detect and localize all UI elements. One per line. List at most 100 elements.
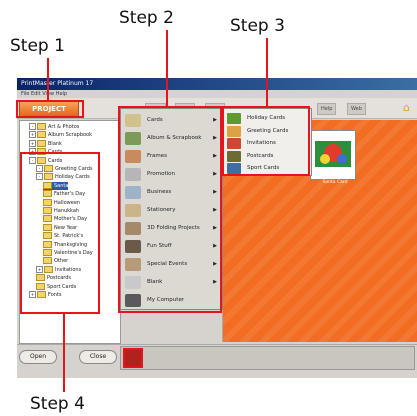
tree-item[interactable]: Halloween xyxy=(43,198,81,207)
tree-item-label: St. Patrick's xyxy=(54,233,84,240)
tree-item[interactable]: Thanksgiving xyxy=(43,240,88,249)
menu-item-label: Cards xyxy=(147,117,163,123)
folder-icon xyxy=(43,190,52,198)
menu-item[interactable]: Album & Scrapbook ▶ xyxy=(123,129,220,148)
computer-icon xyxy=(125,294,141,307)
menu-item-label: Special Events xyxy=(147,261,188,267)
submenu-arrow-icon: ▶ xyxy=(213,261,217,267)
step-3-highlight xyxy=(222,106,224,176)
menu-item-label: Blank xyxy=(147,279,163,285)
invitations-icon xyxy=(227,138,241,149)
step-1-highlight xyxy=(16,100,84,102)
title-bar: PrintMaster Platinum 17 xyxy=(17,78,417,90)
tree-item[interactable]: - Cards xyxy=(29,156,62,165)
tree-item[interactable]: + Blank xyxy=(29,139,62,148)
menu-item[interactable]: Stationery ▶ xyxy=(123,201,220,220)
menu-item[interactable]: Frames ▶ xyxy=(123,147,220,166)
tree-item[interactable]: St. Patrick's xyxy=(43,232,83,240)
folder-icon xyxy=(37,139,46,147)
tree-toggle-icon[interactable]: - xyxy=(29,156,36,164)
tray-thumbnail[interactable] xyxy=(123,348,143,368)
tree-item-label: Holiday Cards xyxy=(55,174,90,181)
step-1-highlight xyxy=(16,100,18,118)
tree-item[interactable]: + Fonts xyxy=(29,291,62,299)
toolbar-tab-help[interactable]: Help xyxy=(317,103,337,115)
tree-item[interactable]: Sport Cards xyxy=(36,282,77,291)
folder-icon xyxy=(37,131,46,139)
project-thumbnail[interactable] xyxy=(310,130,356,180)
tree-item[interactable]: + Invitations xyxy=(36,265,82,274)
tree-item-label: Art & Photos xyxy=(48,124,80,130)
menu-item-label: My Computer xyxy=(147,297,185,303)
menu-item[interactable]: 3D Folding Projects ▶ xyxy=(123,219,220,238)
step-2-highlight xyxy=(118,311,222,313)
step-2-leader xyxy=(166,30,168,106)
tree-item-label: New Year xyxy=(54,224,78,231)
project-button[interactable]: PROJECT xyxy=(19,101,79,117)
menu-item-label: Stationery xyxy=(147,207,176,213)
cards-icon xyxy=(125,114,141,127)
submenu-arrow-icon: ▶ xyxy=(213,279,217,285)
tree-item[interactable]: - Greeting Cards xyxy=(36,165,93,173)
folder-icon xyxy=(43,257,52,265)
tree-item[interactable]: Mother's Day xyxy=(43,215,87,223)
tree-item[interactable]: Postcards xyxy=(36,274,71,282)
menu-item[interactable]: Cards ▶ xyxy=(123,111,220,130)
tree-item-label: Sport Cards xyxy=(47,283,77,290)
menu-item[interactable]: Fun Stuff ▶ xyxy=(123,237,220,256)
tree-item-label: Album Scrapbook xyxy=(48,132,93,139)
tree-item-label: Thanksgiving xyxy=(54,241,88,248)
tree-toggle-icon[interactable]: - xyxy=(36,173,43,181)
tree-toggle-icon[interactable]: + xyxy=(29,291,36,298)
step-4-highlight xyxy=(20,312,100,314)
tree-item-label: Postcards xyxy=(47,275,72,282)
tree-item-label: Father's Day xyxy=(54,191,86,198)
menu-item-label: Frames xyxy=(147,153,168,159)
menu-item[interactable]: Special Events ▶ xyxy=(123,255,220,274)
open-button[interactable]: Open xyxy=(19,350,57,364)
menu-item[interactable]: Business ▶ xyxy=(123,183,220,202)
menu-item[interactable]: My Computer xyxy=(123,291,220,310)
tree-toggle-icon[interactable]: - xyxy=(36,165,43,172)
tree-toggle-icon[interactable]: - xyxy=(29,123,36,130)
folder-icon xyxy=(43,223,52,231)
menu-item[interactable]: Promotion ▶ xyxy=(123,165,220,184)
menu-item-label: 3D Folding Projects xyxy=(147,225,200,231)
project-type-menu[interactable]: Cards ▶ Album & Scrapbook ▶ Frames ▶ Promotion… xyxy=(120,108,223,310)
step-3-highlight xyxy=(222,174,310,176)
tree-item[interactable]: Father's Day xyxy=(43,190,85,198)
promotion-icon xyxy=(125,168,141,181)
tree-item[interactable]: New Year xyxy=(43,223,78,232)
tree-item-label: Fonts xyxy=(48,292,62,298)
step-3-highlight xyxy=(308,106,310,176)
card-type-submenu[interactable]: Holiday Cards Greeting Cards Invitations Po… xyxy=(222,108,312,176)
tree-item[interactable]: Hanukkah xyxy=(43,207,79,215)
menu-item[interactable]: Blank ▶ xyxy=(123,273,220,292)
toolbar-tab-web[interactable]: Web xyxy=(347,103,366,115)
tree-item[interactable]: - Art & Photos xyxy=(29,123,79,131)
tree-item[interactable]: Santa xyxy=(43,181,69,190)
tree-toggle-icon[interactable]: + xyxy=(29,131,36,139)
home-icon[interactable]: ⌂ xyxy=(403,102,410,114)
menu-item-label: Fun Stuff xyxy=(147,243,172,249)
tree-item-label: Blank xyxy=(48,140,62,147)
tree-toggle-icon[interactable]: + xyxy=(36,265,43,273)
folder-icon xyxy=(44,165,53,172)
app-window: PrintMaster Platinum 17 File Edit View H… xyxy=(17,78,417,378)
funstuff-icon xyxy=(125,240,141,253)
step-2-callout: Step 2 xyxy=(119,8,174,28)
folder-icon xyxy=(36,274,45,282)
tree-item-label: Invitations xyxy=(55,266,82,273)
tree-item[interactable]: - Holiday Cards xyxy=(36,173,90,181)
sportcards-icon xyxy=(227,163,241,174)
tree-item-label: Halloween xyxy=(54,199,81,206)
submenu-arrow-icon: ▶ xyxy=(213,117,217,123)
step-4-highlight xyxy=(20,152,100,154)
tree-toggle-icon[interactable]: + xyxy=(29,139,36,147)
close-button[interactable]: Close xyxy=(79,350,117,364)
folder-icon xyxy=(43,249,52,256)
tree-item[interactable]: + Album Scrapbook xyxy=(29,131,92,139)
tree-item[interactable]: Valentine's Day xyxy=(43,249,93,257)
menu-bar[interactable]: File Edit View Help xyxy=(17,90,417,98)
tree-item[interactable]: Other xyxy=(43,257,68,265)
